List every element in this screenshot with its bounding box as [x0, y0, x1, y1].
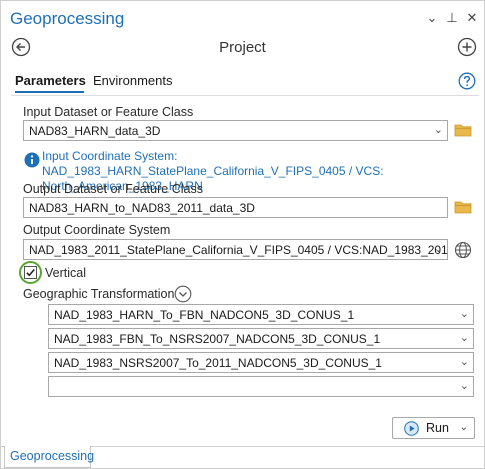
tab-divider	[11, 95, 479, 96]
output-coordinate-system-combobox[interactable]: NAD_1983_2011_StatePlane_California_V_FI…	[23, 239, 448, 260]
run-options-chevron-icon[interactable]: ⌄	[460, 422, 468, 433]
pane-titlebar: Geoprocessing ⌄ ⊥ ✕	[1, 1, 484, 37]
tab-environments[interactable]: Environments	[93, 73, 172, 88]
transformation-value: NAD_1983_NSRS2007_To_2011_NADCON5_3D_CON…	[54, 356, 382, 370]
vertical-checkbox[interactable]	[24, 266, 37, 279]
geoprocessing-pane: Geoprocessing ⌄ ⊥ ✕ Project Parameters E…	[0, 0, 485, 469]
transformation-combobox-empty[interactable]: ⌄	[48, 376, 474, 397]
chevron-down-icon[interactable]: ⌄	[434, 242, 443, 255]
chevron-down-icon[interactable]: ⌄	[460, 331, 469, 344]
page-title: Project	[219, 39, 266, 56]
pane-title: Geoprocessing	[10, 9, 125, 28]
chevron-down-icon[interactable]: ⌄	[434, 123, 443, 136]
pane-menu-chevron-icon[interactable]: ⌄	[425, 11, 439, 25]
expand-chevron-icon[interactable]	[174, 285, 192, 303]
output-dataset-input[interactable]: NAD83_HARN_to_NAD83_2011_data_3D	[23, 197, 448, 218]
chevron-down-icon[interactable]: ⌄	[460, 355, 469, 368]
transformation-value: NAD_1983_FBN_To_NSRS2007_NADCON5_3D_CONU…	[54, 332, 381, 346]
nav-row: Project	[1, 37, 484, 61]
chevron-down-icon[interactable]: ⌄	[460, 307, 469, 320]
tab-geoprocessing-pane[interactable]: Geoprocessing	[4, 446, 94, 468]
pin-icon[interactable]: ⊥	[445, 11, 459, 25]
output-dataset-label: Output Dataset or Feature Class	[23, 182, 203, 196]
transformation-combobox[interactable]: NAD_1983_HARN_To_FBN_NADCON5_3D_CONUS_1 …	[48, 304, 474, 325]
geographic-transformation-label: Geographic Transformation	[23, 287, 175, 301]
transformation-combobox[interactable]: NAD_1983_NSRS2007_To_2011_NADCON5_3D_CON…	[48, 352, 474, 373]
checkmark-icon	[26, 269, 35, 277]
run-button[interactable]: Run ⌄	[392, 417, 475, 439]
help-icon[interactable]	[458, 72, 476, 90]
input-dataset-label: Input Dataset or Feature Class	[23, 105, 194, 119]
close-icon[interactable]: ✕	[465, 11, 479, 25]
back-arrow-icon[interactable]	[11, 37, 31, 57]
info-icon	[24, 152, 40, 168]
output-coordinate-system-value: NAD_1983_2011_StatePlane_California_V_FI…	[29, 243, 448, 257]
transformation-combobox[interactable]: NAD_1983_FBN_To_NSRS2007_NADCON5_3D_CONU…	[48, 328, 474, 349]
folder-browse-icon[interactable]	[454, 122, 472, 138]
chevron-down-icon[interactable]: ⌄	[460, 379, 469, 392]
globe-icon[interactable]	[454, 241, 472, 259]
play-icon	[404, 421, 419, 436]
tab-parameters[interactable]: Parameters	[15, 73, 86, 88]
add-icon[interactable]	[457, 37, 477, 57]
active-tab-indicator	[15, 91, 84, 93]
folder-browse-icon[interactable]	[454, 199, 472, 215]
run-label: Run	[426, 421, 449, 435]
input-dataset-combobox[interactable]: NAD83_HARN_data_3D ⌄	[23, 120, 448, 141]
vertical-label: Vertical	[45, 266, 86, 280]
output-coordinate-system-label: Output Coordinate System	[23, 223, 171, 237]
input-dataset-value: NAD83_HARN_data_3D	[29, 124, 161, 138]
transformation-value: NAD_1983_HARN_To_FBN_NADCON5_3D_CONUS_1	[54, 308, 355, 322]
